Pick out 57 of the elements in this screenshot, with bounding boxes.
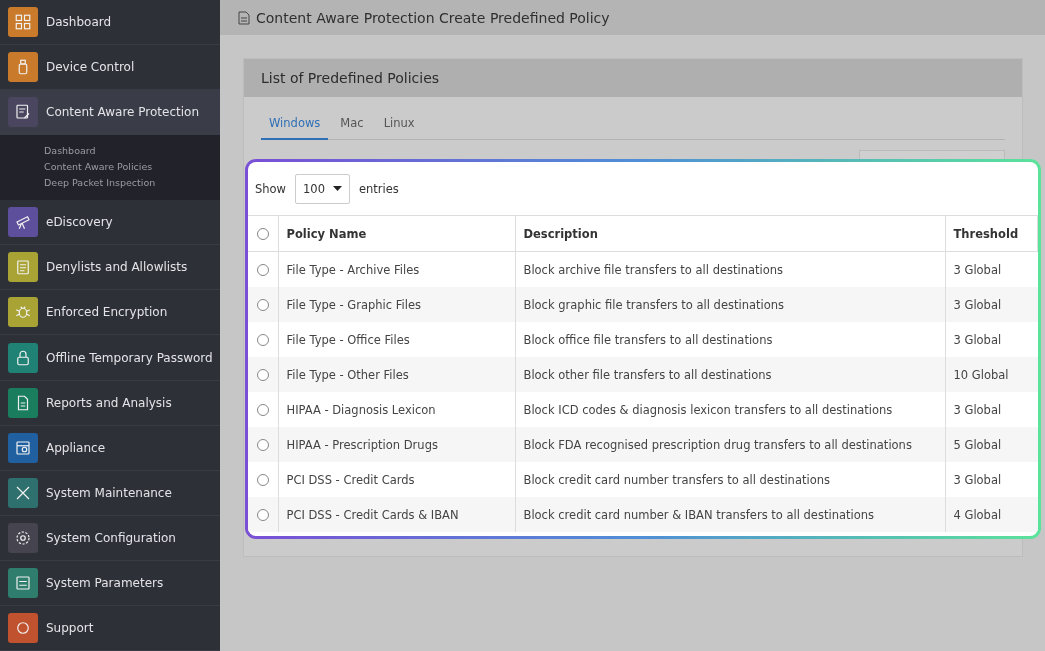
select-all-radio[interactable] [256, 227, 269, 240]
table-cell: Block FDA recognised prescription drug transfers to all destinations [523, 437, 912, 452]
tab[interactable]: Mac [332, 110, 372, 140]
table-cell: Block graphic file transfers to all destinations [523, 297, 785, 312]
table-cell: 3 Global [953, 262, 1002, 277]
table-cell: PCI DSS - Credit Cards [286, 472, 415, 487]
submenu-link[interactable]: Dashboard [44, 144, 220, 159]
table-cell: Block ICD codes & diagnosis lexicon transfers to all destinations [523, 402, 893, 417]
entries-label: entries [359, 181, 399, 196]
table-cell: PCI DSS - Credit Cards & IBAN [286, 507, 459, 522]
table-cell: Block office file transfers to all destinations [523, 332, 773, 347]
table-cell: HIPAA - Diagnosis Lexicon [286, 402, 436, 417]
telescope-icon [14, 213, 32, 232]
table-cell: Block archive file transfers to all destinations [523, 262, 784, 277]
lock-icon [14, 348, 32, 367]
row-radio[interactable] [256, 298, 269, 311]
grid-icon [14, 13, 32, 32]
table-cell: 3 Global [953, 472, 1002, 487]
sidebar-item[interactable]: Content Aware Protection [0, 90, 220, 136]
row-radio[interactable] [256, 263, 269, 276]
table-cell: 10 Global [953, 367, 1009, 382]
sliders-icon [14, 573, 32, 592]
submenu-link[interactable]: Deep Packet Inspection [44, 176, 220, 191]
column-header[interactable]: Description [523, 226, 598, 241]
row-radio[interactable] [256, 403, 269, 416]
page-title: Content Aware Protection Create Predefined Policy [256, 9, 610, 26]
table-cell: 3 Global [953, 297, 1002, 312]
panel-title: List of Predefined Policies [261, 70, 440, 86]
table-cell: HIPAA - Prescription Drugs [286, 437, 438, 452]
submenu-link[interactable]: Content Aware Policies [44, 160, 220, 175]
table-cell: Block credit card number & IBAN transfers to all destinations [523, 507, 874, 522]
table-cell: 5 Global [953, 437, 1002, 452]
table-cell: File Type - Other Files [286, 367, 409, 382]
row-radio[interactable] [256, 368, 269, 381]
table-cell: File Type - Graphic Files [286, 297, 421, 312]
row-radio[interactable] [256, 473, 269, 486]
tab[interactable]: Linux [375, 110, 423, 140]
page-size-select[interactable]: 100 [295, 173, 350, 204]
document-icon [238, 10, 250, 25]
table-cell: 3 Global [953, 402, 1002, 417]
row-radio[interactable] [256, 438, 269, 451]
table-cell: Block other file transfers to all destinations [523, 367, 772, 382]
table-cell: 3 Global [953, 332, 1002, 347]
table-cell: File Type - Archive Files [286, 262, 420, 277]
row-radio[interactable] [256, 508, 269, 521]
appliance-icon [14, 438, 32, 457]
clipboard-icon [14, 258, 32, 277]
document-pen-icon [14, 103, 32, 122]
table-cell: 4 Global [953, 507, 1002, 522]
settings-icon [14, 528, 32, 547]
caret-icon [333, 186, 342, 191]
table-cell: Block credit card number transfers to all destinations [523, 472, 830, 487]
search-field[interactable] [859, 150, 1005, 159]
row-radio[interactable] [256, 333, 269, 346]
column-header[interactable]: Policy Name [286, 226, 367, 241]
show-label: Show [255, 181, 287, 196]
table-cell: File Type - Office Files [286, 332, 410, 347]
